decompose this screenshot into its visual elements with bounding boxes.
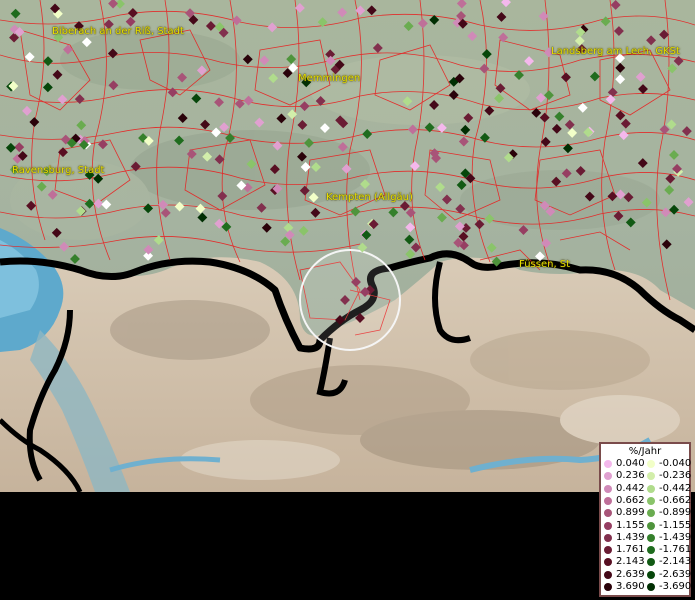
legend-value: 3.690	[616, 581, 645, 592]
legend-value: -0.442	[659, 482, 692, 494]
place-label-fuessen[interactable]: Füssen, St	[519, 259, 570, 271]
legend-swatch	[647, 496, 655, 505]
place-label-biberach[interactable]: Biberach an der Riß, Stadt	[52, 26, 184, 38]
legend-swatch	[647, 570, 655, 579]
legend-panel: %/Jahr 0.040 -0.040 0.236 -0.236 0.442 -0.442…	[599, 442, 691, 597]
map-viewer[interactable]: Biberach an der Riß, Stadt Memmingen Lan…	[0, 0, 695, 600]
legend-value: -0.236	[659, 470, 692, 482]
legend-swatch	[604, 509, 612, 518]
legend-swatch	[647, 509, 655, 518]
legend-value: -0.899	[659, 507, 692, 519]
legend-value: 1.439	[616, 531, 645, 543]
legend-value: 0.040	[616, 458, 645, 469]
legend-value: 1.761	[616, 544, 645, 556]
map-canvas[interactable]: Biberach an der Riß, Stadt Memmingen Lan…	[0, 0, 695, 492]
legend-swatch	[604, 546, 612, 555]
legend-value: 2.639	[616, 568, 645, 580]
place-label-memmingen[interactable]: Memmingen	[298, 73, 360, 85]
legend-value: -1.439	[659, 531, 692, 543]
legend-swatch	[604, 460, 612, 468]
legend-value: 0.662	[616, 494, 645, 506]
legend-swatch	[647, 460, 655, 468]
legend-swatch	[647, 583, 655, 591]
legend-swatch	[604, 570, 612, 579]
legend-swatch	[604, 583, 612, 591]
legend-value: 1.155	[616, 519, 645, 531]
legend-value: 0.442	[616, 482, 645, 494]
legend-swatch	[604, 472, 612, 481]
legend-swatch	[604, 521, 612, 530]
legend-value: -2.143	[659, 556, 692, 568]
legend-swatch	[647, 558, 655, 567]
legend-value: -1.155	[659, 519, 692, 531]
legend-value: 0.236	[616, 470, 645, 482]
legend-swatch	[647, 484, 655, 493]
legend-swatch	[604, 558, 612, 567]
legend-value: -1.761	[659, 544, 692, 556]
legend-value: -0.662	[659, 494, 692, 506]
legend-swatch	[604, 484, 612, 493]
legend-swatch	[647, 533, 655, 542]
place-label-ravensburg[interactable]: Ravensburg, Stadt	[12, 165, 104, 177]
legend-swatch	[647, 472, 655, 481]
legend-value: -0.040	[659, 458, 692, 469]
place-label-landsberg[interactable]: Landsberg am Lech, GKSt	[551, 46, 680, 58]
legend-value: -3.690	[659, 581, 692, 592]
legend-value: -2.639	[659, 568, 692, 580]
place-label-kempten[interactable]: Kempten (Allgäu)	[326, 192, 413, 204]
legend-swatch	[647, 546, 655, 555]
legend-value: 0.899	[616, 507, 645, 519]
empty-map-margin	[0, 492, 695, 600]
legend-value: 2.143	[616, 556, 645, 568]
legend-swatch	[604, 496, 612, 505]
legend-swatch	[604, 533, 612, 542]
legend-swatch	[647, 521, 655, 530]
legend-title: %/Jahr	[628, 446, 662, 457]
